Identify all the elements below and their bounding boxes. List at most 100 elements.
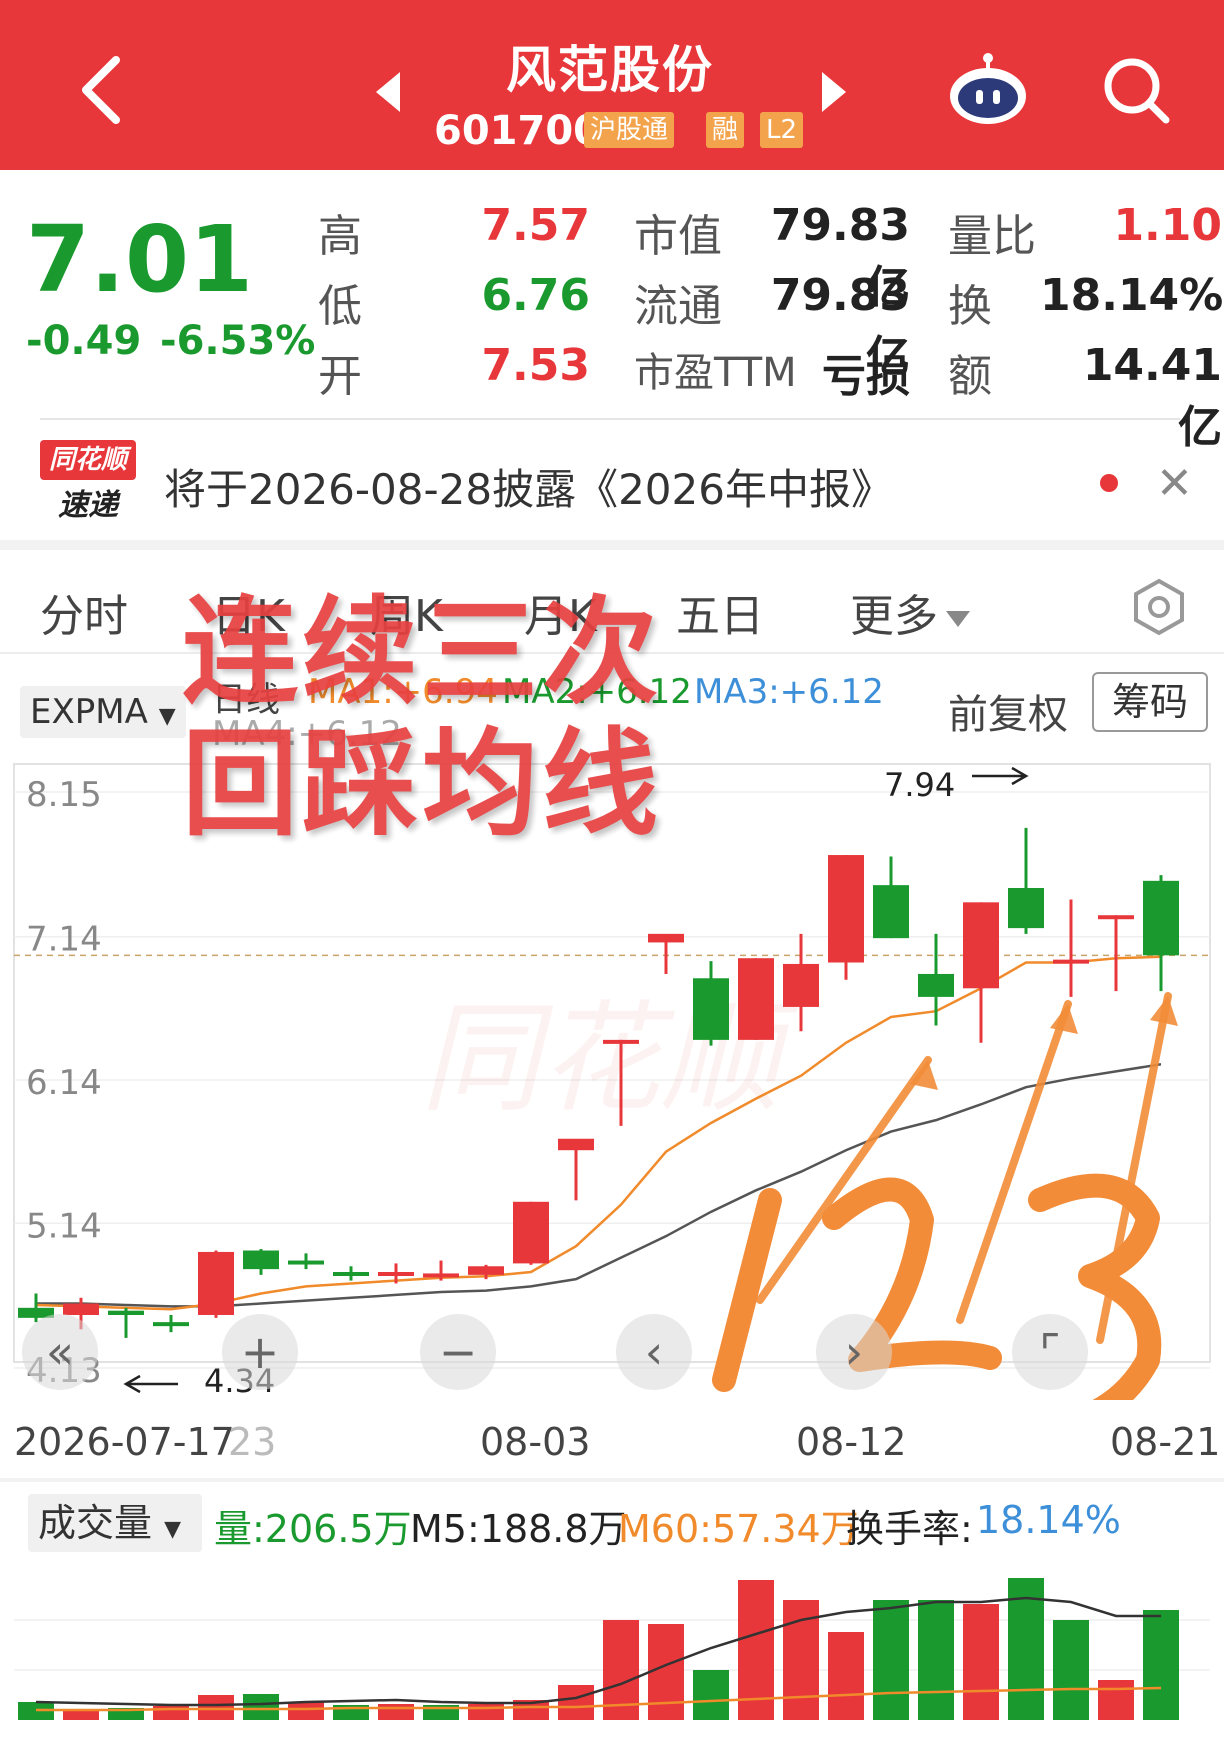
candle-body [873,885,909,939]
turnover-value: 18.14% [1040,270,1224,321]
candle-body [693,978,729,1040]
volume-bar [198,1695,234,1720]
x-tick-0821: 08-21 [1110,1420,1221,1464]
volume-bar [693,1670,729,1720]
candle-body [153,1322,189,1327]
mktcap-label: 市值 [634,211,722,262]
assistant-robot-icon[interactable] [946,48,1030,128]
turnover-rate-value: 18.14% [976,1498,1121,1542]
candle-body [963,902,999,989]
back-arrow-icon[interactable] [72,50,132,130]
last-price: 7.01 [26,206,253,313]
next-candle-icon[interactable]: › [845,1325,863,1379]
chip-distribution-button[interactable]: 筹码 [1092,672,1208,732]
volume-bar [828,1632,864,1720]
amount-label: 额 [948,351,992,402]
pe-label: 市盈TTM [634,350,797,396]
tab-five-day[interactable]: 五日 [676,580,764,644]
price-change-pct: -6.53% [160,318,316,364]
x-tick-start: 2026-07-17 [14,1420,235,1464]
stock-header: 风范股份 601700 沪股通 融 L2 [0,0,1224,170]
badge-hk-connect: 沪股通 [584,112,675,148]
volume-chart [14,1578,1210,1720]
volume-divider [0,1478,1224,1482]
candle-body [63,1303,99,1315]
volume-bar [288,1702,324,1720]
open-label: 开 [318,351,362,402]
volratio-value: 1.10 [1113,200,1222,251]
turnover-label: 换 [948,281,992,332]
candle-body [468,1266,504,1275]
amount-value: 14.41亿 [1082,340,1222,453]
section-divider [0,540,1224,550]
search-icon[interactable] [1098,50,1174,130]
volume-bar [918,1600,954,1720]
volume-bar [873,1600,909,1720]
candle-body [378,1272,414,1276]
candle-body [558,1138,594,1151]
tab-timeshare[interactable]: 分时 [40,580,128,644]
candle-body [513,1201,549,1264]
rewind-icon[interactable]: « [46,1325,74,1379]
settings-hexagon-icon[interactable] [1130,578,1188,636]
volume-bar [1143,1610,1179,1720]
volume-bar [1053,1620,1089,1720]
stock-name: 风范股份 [506,41,714,99]
candle-body [783,963,819,1007]
volume-m5: M5:188.8万 [410,1507,627,1551]
y-tick-label: 7.14 [26,920,102,960]
caret-down-icon: ▼ [164,1517,182,1542]
unread-dot-icon [1100,474,1118,492]
zoom-out-icon[interactable]: − [439,1325,478,1379]
next-stock-icon[interactable] [822,72,846,112]
candle-body [1143,880,1179,956]
adjust-mode[interactable]: 前复权 [948,682,1068,740]
prev-stock-icon[interactable] [376,72,400,112]
volume-bar [558,1685,594,1720]
volratio-label: 量比 [948,211,1036,262]
x-tick-23: 23 [228,1420,277,1464]
y-tick-label: 5.14 [26,1206,102,1246]
volume-m60: M60:57.34万 [618,1507,859,1551]
volume-bar [1098,1680,1134,1720]
badge-level2: L2 [760,112,804,148]
x-tick-0812: 08-12 [796,1420,907,1464]
volume-bar [63,1710,99,1720]
pe-value: 亏损 [822,351,910,402]
candle-body [603,1039,639,1044]
volume-bar [648,1624,684,1720]
candle-body [1053,959,1089,964]
caret-down-icon [946,611,970,627]
price-change: -0.49 [26,318,142,364]
volume-value: 量:206.5万 [214,1507,412,1551]
x-tick-0803: 08-03 [480,1420,591,1464]
low-value: 6.76 [481,270,590,321]
tab-more[interactable]: 更多 [850,580,970,644]
tab-more-label: 更多 [850,591,938,642]
close-icon[interactable]: ✕ [1156,458,1193,509]
candle-body [1008,888,1044,929]
stock-code: 601700 [434,108,601,154]
candle-body [333,1272,369,1276]
volume-selector-label: 成交量 [38,1501,153,1545]
caret-down-icon: ▼ [158,704,176,729]
indicator-selector[interactable]: EXPMA ▼ [20,686,186,738]
high-label: 高 [318,211,362,262]
candle-body [918,973,954,997]
volume-bar [468,1704,504,1720]
turnover-rate-label: 换手率: [846,1507,973,1551]
candle-body [1098,915,1134,920]
y-tick-label: 6.14 [26,1063,102,1103]
candle-body [288,1260,324,1265]
fullscreen-icon[interactable]: ⌜ [1039,1325,1061,1379]
ma3-label: MA3:+6.12 [694,672,884,712]
zoom-in-icon[interactable]: + [241,1325,280,1379]
volume-bar [963,1604,999,1720]
volume-selector[interactable]: 成交量 ▼ [28,1494,202,1552]
open-value: 7.53 [481,340,590,391]
notice-text[interactable]: 将于2026-08-28披露《2026年中报》 [164,456,893,517]
high-annotation: 7.94 [884,766,955,804]
prev-candle-icon[interactable]: ‹ [645,1325,663,1379]
candle-body [423,1273,459,1278]
candle-body [828,855,864,963]
